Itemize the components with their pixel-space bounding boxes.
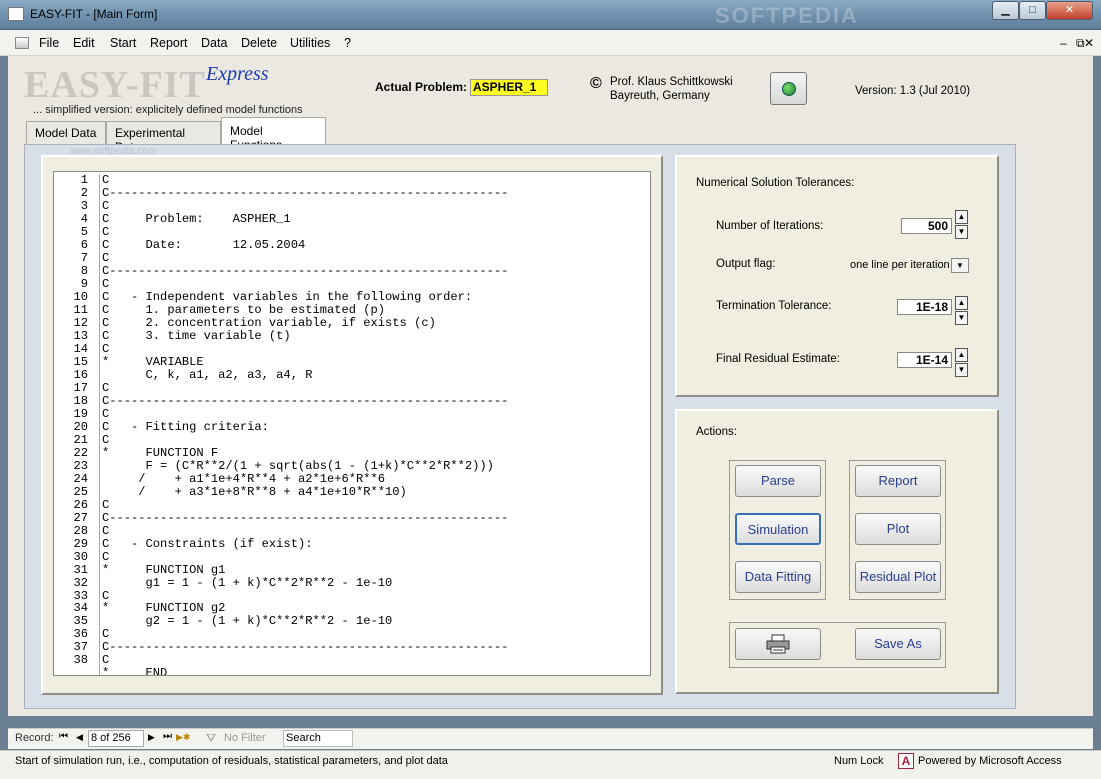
tab-experimental-data[interactable]: Experimental Data — [106, 121, 221, 154]
residual-spinner[interactable]: ▲ ▼ — [955, 348, 968, 377]
new-record-button[interactable]: ▶✱ — [176, 732, 190, 743]
powered-by-label: Powered by Microsoft Access — [918, 755, 1062, 767]
simulation-button[interactable]: Simulation — [735, 513, 821, 545]
tab-model-data[interactable]: Model Data — [26, 121, 106, 145]
record-navigator: Record: ⏮ ◀ 8 of 256 ▶ ⏭ ▶✱ ⛛ No Filter … — [8, 728, 1093, 749]
printer-icon — [766, 634, 790, 654]
app-icon — [8, 7, 24, 21]
no-filter-label[interactable]: No Filter — [224, 732, 266, 744]
status-bar: Start of simulation run, i.e., computati… — [0, 750, 1101, 779]
residual-field[interactable]: 1E-14 — [897, 352, 952, 368]
output-flag-dropdown[interactable]: ▼ — [951, 258, 969, 273]
easyfit-logo: EASY-FIT — [24, 64, 206, 106]
copyright-icon: © — [590, 75, 602, 92]
spin-up-icon[interactable]: ▲ — [955, 296, 968, 310]
maximize-button[interactable]: □ — [1019, 1, 1046, 20]
output-flag-label: Output flag: — [716, 258, 776, 270]
termination-label: Termination Tolerance: — [716, 300, 832, 312]
iterations-spinner[interactable]: ▲ ▼ — [955, 210, 968, 239]
menu-utilities[interactable]: Utilities — [290, 36, 330, 50]
menu-delete[interactable]: Delete — [241, 36, 277, 50]
menu-help[interactable]: ? — [344, 36, 351, 50]
save-as-button[interactable]: Save As — [855, 628, 941, 660]
menu-start[interactable]: Start — [110, 36, 136, 50]
code-editor[interactable]: 1 2 3 4 5 6 7 8 9 10 11 12 13 14 15 16 1… — [53, 171, 651, 676]
mdi-minimize-button[interactable]: – — [1060, 36, 1067, 50]
status-message: Start of simulation run, i.e., computati… — [15, 755, 448, 767]
num-lock-indicator: Num Lock — [834, 755, 884, 767]
subtitle: ... simplified version: explicitely defi… — [33, 104, 303, 116]
iterations-label: Number of Iterations: — [716, 220, 824, 232]
spin-down-icon[interactable]: ▼ — [955, 225, 968, 239]
residual-plot-button[interactable]: Residual Plot — [855, 561, 941, 593]
spin-down-icon[interactable]: ▼ — [955, 311, 968, 325]
globe-icon — [782, 82, 796, 96]
report-button[interactable]: Report — [855, 465, 941, 497]
output-flag-value[interactable]: one line per iteration — [850, 259, 950, 271]
form-icon — [15, 37, 29, 49]
actual-problem-value: ASPHER_1 — [470, 79, 548, 96]
express-label: Express — [206, 63, 269, 85]
filter-icon: ⛛ — [206, 731, 217, 745]
window-title: EASY-FIT - [Main Form] — [30, 7, 158, 21]
author-name: Prof. Klaus Schittkowski — [610, 76, 733, 88]
data-fitting-button[interactable]: Data Fitting — [735, 561, 821, 593]
spin-down-icon[interactable]: ▼ — [955, 363, 968, 377]
search-input[interactable]: Search — [283, 730, 353, 747]
menu-data[interactable]: Data — [201, 36, 227, 50]
spin-up-icon[interactable]: ▲ — [955, 348, 968, 362]
menu-edit[interactable]: Edit — [73, 36, 95, 50]
minimize-button[interactable]: ▁ — [992, 1, 1019, 20]
title-watermark: SOFTPEDIA — [715, 3, 859, 28]
last-record-button[interactable]: ⏭ — [163, 731, 172, 742]
mdi-close-button[interactable]: ✕ — [1084, 36, 1094, 50]
chevron-down-icon: ▼ — [956, 261, 964, 270]
parse-button[interactable]: Parse — [735, 465, 821, 497]
tab-model-functions[interactable]: Model Functions — [221, 117, 326, 152]
menu-report[interactable]: Report — [150, 36, 188, 50]
print-button[interactable] — [735, 628, 821, 660]
residual-label: Final Residual Estimate: — [716, 353, 840, 365]
record-number-field[interactable]: 8 of 256 — [88, 730, 144, 747]
termination-spinner[interactable]: ▲ ▼ — [955, 296, 968, 325]
menu-bar: File Edit Start Report Data Delete Utili… — [0, 30, 1101, 56]
web-button[interactable] — [770, 72, 807, 105]
menu-file[interactable]: File — [39, 36, 59, 50]
termination-field[interactable]: 1E-18 — [897, 299, 952, 315]
access-logo-icon: A — [898, 753, 914, 769]
author-location: Bayreuth, Germany — [610, 90, 710, 102]
code-text[interactable]: C C-------------------------------------… — [99, 174, 508, 675]
actual-problem-label: Actual Problem: — [375, 80, 468, 94]
record-label: Record: — [15, 732, 54, 744]
plot-button[interactable]: Plot — [855, 513, 941, 545]
version-label: Version: 1.3 (Jul 2010) — [855, 85, 971, 97]
actions-heading: Actions: — [696, 426, 737, 438]
close-button[interactable]: ✕ — [1046, 1, 1093, 20]
prev-record-button[interactable]: ◀ — [76, 732, 83, 743]
spin-up-icon[interactable]: ▲ — [955, 210, 968, 224]
title-bar: EASY-FIT - [Main Form] SOFTPEDIA ▁ □ ✕ — [0, 0, 1101, 30]
author-info: Prof. Klaus Schittkowski Bayreuth, Germa… — [610, 75, 733, 103]
line-numbers: 1 2 3 4 5 6 7 8 9 10 11 12 13 14 15 16 1… — [73, 173, 88, 668]
next-record-button[interactable]: ▶ — [148, 732, 155, 743]
first-record-button[interactable]: ⏮ — [59, 731, 68, 742]
iterations-field[interactable]: 500 — [901, 218, 952, 234]
tolerances-heading: Numerical Solution Tolerances: — [696, 177, 855, 189]
